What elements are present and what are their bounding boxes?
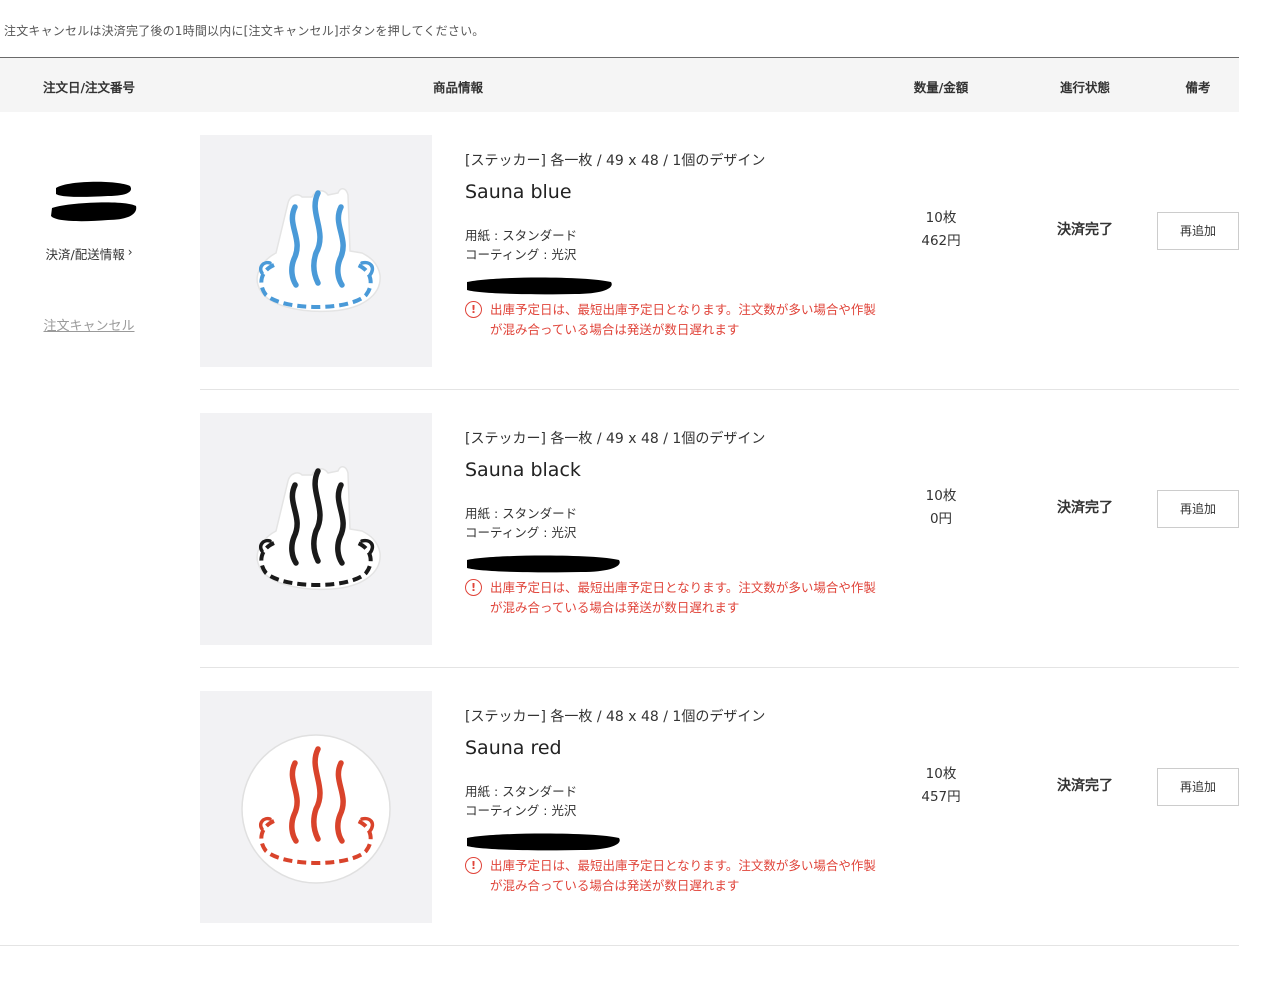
product-spec: [ステッカー] 各一枚 / 49 x 48 / 1個のデザイン bbox=[465, 431, 766, 447]
redacted-text bbox=[467, 277, 612, 295]
order-status: 決済完了 bbox=[1057, 222, 1113, 238]
re-add-button[interactable]: 再追加 bbox=[1157, 768, 1239, 806]
shipping-warning: ! 出庫予定日は、最短出庫予定日となります。注文数が多い場合や作製が混み合ってい… bbox=[465, 856, 885, 896]
table-header: 注文日/注文番号 商品情報 数量/金額 進行状態 備考 bbox=[0, 57, 1239, 112]
header-qty-amount: 数量/金額 bbox=[913, 80, 969, 95]
order-status: 決済完了 bbox=[1057, 500, 1113, 516]
shipping-warning: ! 出庫予定日は、最短出庫予定日となります。注文数が多い場合や作製が混み合ってい… bbox=[465, 578, 885, 618]
paper-option: 用紙 : スタンダード bbox=[465, 228, 578, 243]
cancel-notice: 注文キャンセルは決済完了後の1時間以内に[注文キャンセル]ボタンを押してください… bbox=[4, 24, 485, 38]
row-divider bbox=[0, 945, 1239, 946]
alert-circle-icon: ! bbox=[465, 579, 482, 596]
product-info: [ステッカー] 各一枚 / 49 x 48 / 1個のデザイン Sauna bl… bbox=[465, 135, 885, 340]
coating-option: コーティング : 光沢 bbox=[465, 247, 577, 262]
product-name: Sauna blue bbox=[465, 181, 572, 203]
header-product: 商品情報 bbox=[432, 80, 483, 95]
shipping-warning: ! 出庫予定日は、最短出庫予定日となります。注文数が多い場合や作製が混み合ってい… bbox=[465, 300, 885, 340]
sauna-sticker-icon bbox=[241, 734, 391, 884]
product-info: [ステッカー] 各一枚 / 48 x 48 / 1個のデザイン Sauna re… bbox=[465, 691, 885, 896]
product-spec: [ステッカー] 各一枚 / 48 x 48 / 1個のデザイン bbox=[465, 709, 766, 725]
product-name: Sauna red bbox=[465, 737, 562, 759]
header-status: 進行状態 bbox=[1059, 80, 1110, 95]
alert-circle-icon: ! bbox=[465, 301, 482, 318]
amount: 457円 bbox=[921, 789, 961, 805]
header-order: 注文日/注文番号 bbox=[42, 80, 136, 95]
amount: 462円 bbox=[921, 233, 961, 249]
sauna-sticker-icon bbox=[256, 188, 381, 313]
order-status: 決済完了 bbox=[1057, 778, 1113, 794]
product-thumbnail bbox=[200, 691, 432, 923]
shipping-warning-text: 出庫予定日は、最短出庫予定日となります。注文数が多い場合や作製が混み合っている場… bbox=[490, 302, 876, 337]
order-item-row: [ステッカー] 各一枚 / 49 x 48 / 1個のデザイン Sauna bl… bbox=[0, 390, 1239, 668]
product-thumbnail bbox=[200, 413, 432, 645]
re-add-button[interactable]: 再追加 bbox=[1157, 212, 1239, 250]
amount: 0円 bbox=[929, 511, 953, 527]
sauna-sticker-icon bbox=[256, 466, 381, 591]
header-note: 備考 bbox=[1185, 80, 1211, 95]
qty-amount: 10枚 0円 bbox=[880, 485, 1002, 531]
redacted-text bbox=[467, 555, 620, 573]
coating-option: コーティング : 光沢 bbox=[465, 803, 577, 818]
quantity: 10枚 bbox=[925, 210, 957, 226]
qty-amount: 10枚 462円 bbox=[880, 207, 1002, 253]
coating-option: コーティング : 光沢 bbox=[465, 525, 577, 540]
qty-amount: 10枚 457円 bbox=[880, 763, 1002, 809]
quantity: 10枚 bbox=[925, 488, 957, 504]
quantity: 10枚 bbox=[925, 766, 957, 782]
paper-option: 用紙 : スタンダード bbox=[465, 506, 578, 521]
redacted-text bbox=[467, 833, 620, 851]
product-info: [ステッカー] 各一枚 / 49 x 48 / 1個のデザイン Sauna bl… bbox=[465, 413, 885, 618]
product-spec: [ステッカー] 各一枚 / 49 x 48 / 1個のデザイン bbox=[465, 153, 766, 169]
paper-option: 用紙 : スタンダード bbox=[465, 784, 578, 799]
product-name: Sauna black bbox=[465, 459, 581, 481]
order-item-row: [ステッカー] 各一枚 / 49 x 48 / 1個のデザイン Sauna bl… bbox=[0, 112, 1239, 390]
product-thumbnail bbox=[200, 135, 432, 367]
re-add-button[interactable]: 再追加 bbox=[1157, 490, 1239, 528]
shipping-warning-text: 出庫予定日は、最短出庫予定日となります。注文数が多い場合や作製が混み合っている場… bbox=[490, 580, 876, 615]
alert-circle-icon: ! bbox=[465, 857, 482, 874]
shipping-warning-text: 出庫予定日は、最短出庫予定日となります。注文数が多い場合や作製が混み合っている場… bbox=[490, 858, 876, 893]
order-item-row: [ステッカー] 各一枚 / 48 x 48 / 1個のデザイン Sauna re… bbox=[0, 668, 1239, 946]
